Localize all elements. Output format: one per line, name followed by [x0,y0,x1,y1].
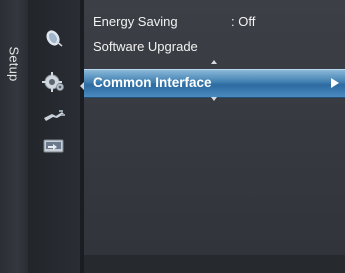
menu-item-energy-saving[interactable]: Energy Saving : Off [84,10,345,32]
energy-saving-label: Energy Saving [93,13,178,29]
submenu-arrow-icon [331,78,339,88]
setup-menu-panel: Energy Saving : Off Software Upgrade Com… [84,0,345,273]
setup-tab-label: Setup [6,46,22,82]
common-interface-label: Common Interface [93,75,212,90]
energy-saving-value: : Off [231,13,256,29]
software-upgrade-label: Software Upgrade [93,38,198,54]
setup-side-tab[interactable]: Setup [0,0,29,273]
scroll-up-icon[interactable] [211,60,217,64]
menu-icon-column [28,0,80,273]
plug-icon[interactable] [42,106,66,126]
tv-menu-screen: Setup Energy Saving: Off Software Upgra… [0,0,345,273]
gear-icon[interactable] [42,72,66,92]
input-icon[interactable] [42,136,66,156]
satellite-icon[interactable] [42,28,66,48]
scroll-down-icon[interactable] [211,97,217,101]
menu-footer-bar [84,255,345,273]
menu-item-software-upgrade[interactable]: Software Upgrade [84,35,345,57]
menu-item-common-interface[interactable]: Common Interface [84,69,345,98]
